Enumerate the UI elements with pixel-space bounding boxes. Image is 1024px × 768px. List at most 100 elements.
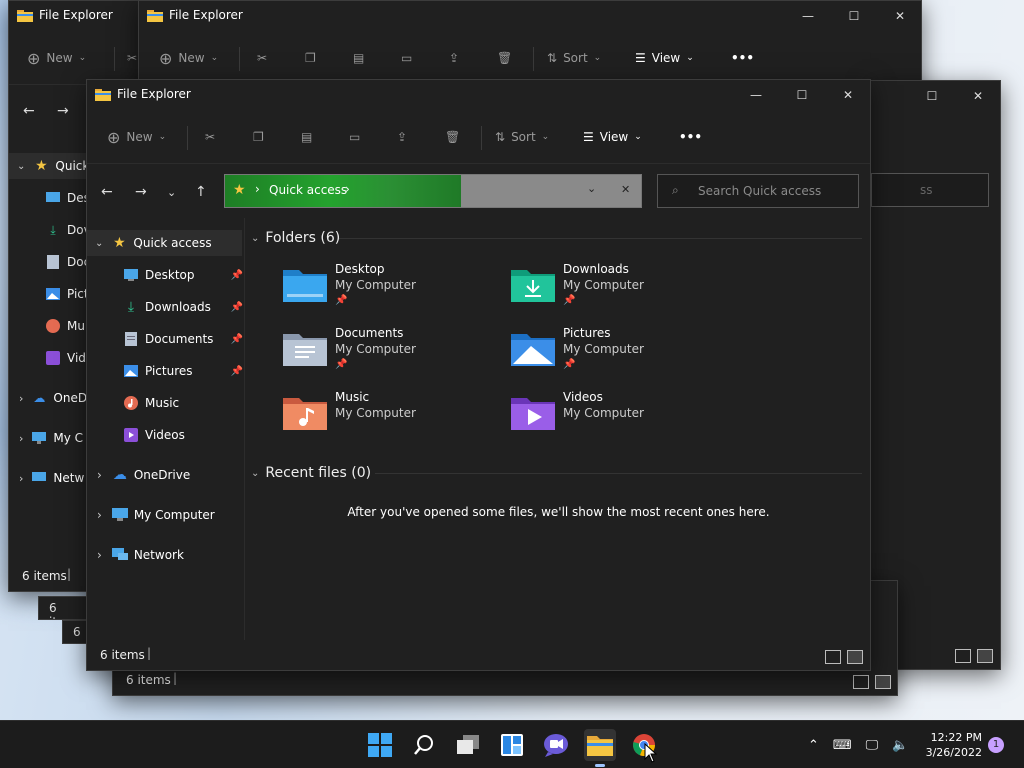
- breadcrumb-quick-access[interactable]: Quick access: [269, 183, 347, 197]
- cut-button[interactable]: ✂: [205, 110, 215, 164]
- start-button[interactable]: [364, 729, 396, 761]
- keyboard-icon[interactable]: ⌨: [833, 738, 852, 753]
- maximize-button[interactable]: ☐: [831, 1, 877, 31]
- view-button[interactable]: ☰ View ⌄: [635, 31, 694, 85]
- paste-button[interactable]: ▤: [301, 110, 312, 164]
- sidebar-item-my-computer[interactable]: › My Computer: [97, 502, 215, 528]
- close-button[interactable]: ✕: [825, 80, 870, 110]
- sidebar-item-desktop[interactable]: Des: [45, 185, 90, 211]
- delete-button[interactable]: 🗑: [445, 110, 460, 164]
- copy-button[interactable]: ❐: [253, 110, 264, 164]
- search-button[interactable]: [408, 729, 440, 761]
- chevron-up-icon[interactable]: ⌃: [808, 738, 819, 753]
- details-view-button[interactable]: [825, 650, 841, 664]
- breadcrumb[interactable]: ★ › Quick access › ⌄ ✕: [224, 174, 642, 208]
- sidebar-item-network[interactable]: › Network: [97, 542, 184, 568]
- sidebar-item-my-computer[interactable]: › My C: [19, 425, 83, 451]
- sidebar-item-music[interactable]: Mu: [45, 313, 85, 339]
- new-button[interactable]: ⊕ New ⌄: [107, 110, 166, 164]
- sort-button[interactable]: ⇅ Sort ⌄: [495, 110, 549, 164]
- sidebar-item-desktop[interactable]: Desktop 📌: [123, 262, 243, 288]
- file-explorer-window: File Explorer — ☐ ✕ ⊕ New ⌄ ✂ ❐ ▤ ▭ ⇪ 🗑 ⇅ S…: [86, 79, 871, 671]
- pin-icon[interactable]: 📌: [231, 334, 243, 345]
- address-history-button[interactable]: ⌄: [587, 182, 596, 195]
- chat-button[interactable]: [540, 729, 572, 761]
- rename-button[interactable]: ▭: [401, 31, 412, 85]
- folder-tile-music[interactable]: Music My Computer: [283, 390, 493, 444]
- sidebar-item-documents[interactable]: Documents 📌: [123, 326, 243, 352]
- forward-button[interactable]: →: [135, 184, 147, 200]
- back-arrow-icon[interactable]: ←: [23, 103, 35, 119]
- copy-button[interactable]: ❐: [305, 31, 316, 85]
- sidebar-item-videos[interactable]: Videos: [123, 422, 185, 448]
- volume-icon[interactable]: 🔈: [892, 738, 908, 753]
- sidebar-item-documents[interactable]: Doc: [45, 249, 90, 275]
- folder-tile-pictures[interactable]: Pictures My Computer 📌: [511, 326, 721, 380]
- task-view-button[interactable]: [452, 729, 484, 761]
- minimize-button[interactable]: —: [733, 80, 779, 110]
- recent-files-section-header[interactable]: ⌄ Recent files (0): [251, 465, 371, 481]
- sidebar-item-pictures[interactable]: Pict: [45, 281, 89, 307]
- title-bar[interactable]: File Explorer — ☐ ✕: [139, 1, 921, 31]
- title-bar[interactable]: File Explorer — ☐ ✕: [87, 80, 870, 110]
- close-button[interactable]: ✕: [877, 1, 921, 31]
- sidebar-item-network[interactable]: › Netw: [19, 465, 84, 491]
- network-status-icon[interactable]: 🖵: [866, 738, 879, 753]
- sidebar-item-onedrive[interactable]: › ☁ OneDrive: [97, 462, 190, 488]
- minimize-button[interactable]: —: [785, 1, 831, 31]
- share-button[interactable]: ⇪: [397, 110, 407, 164]
- folder-tile-documents[interactable]: Documents My Computer 📌: [283, 326, 493, 380]
- cloud-icon: ☁: [112, 467, 127, 483]
- more-options-button[interactable]: •••: [679, 110, 702, 164]
- more-icon: •••: [679, 130, 703, 144]
- sidebar-item-downloads[interactable]: ⤓ Downloads 📌: [123, 294, 243, 320]
- pin-icon[interactable]: 📌: [231, 302, 243, 313]
- back-button[interactable]: ←: [101, 184, 113, 200]
- sidebar-item-onedrive[interactable]: › ☁ OneD: [19, 385, 87, 411]
- sidebar-item-quick-access[interactable]: ⌄ ★ Quick access: [95, 230, 212, 256]
- file-explorer-taskbar-button[interactable]: [584, 729, 616, 767]
- delete-button[interactable]: 🗑: [497, 31, 512, 85]
- chevron-down-icon: ⌄: [167, 186, 177, 199]
- folder-tile-videos[interactable]: Videos My Computer: [511, 390, 721, 444]
- folder-tile-downloads[interactable]: Downloads My Computer 📌: [511, 262, 721, 316]
- rename-button[interactable]: ▭: [349, 110, 360, 164]
- forward-arrow-icon[interactable]: →: [57, 103, 69, 119]
- folder-tile-desktop[interactable]: Desktop My Computer 📌: [283, 262, 493, 316]
- maximize-button[interactable]: ☐: [909, 81, 955, 111]
- recent-locations-button[interactable]: ⌄: [167, 186, 176, 199]
- tiles-view-button[interactable]: [875, 675, 891, 689]
- sidebar-item-music[interactable]: Music: [123, 390, 179, 416]
- paste-button[interactable]: ▤: [353, 31, 364, 85]
- stop-loading-button[interactable]: ✕: [621, 183, 630, 196]
- cut-button[interactable]: ✂: [127, 31, 137, 85]
- sidebar-item-quick-access[interactable]: ⌄ ★ Quick: [17, 153, 89, 179]
- tiles-view-button[interactable]: [847, 650, 863, 664]
- sort-button[interactable]: ⇅ Sort ⌄: [547, 31, 601, 85]
- details-view-button[interactable]: [955, 649, 971, 663]
- new-button[interactable]: ⊕ New ⌄: [27, 31, 86, 85]
- details-view-button[interactable]: [853, 675, 869, 689]
- folders-section-header[interactable]: ⌄ Folders (6): [251, 230, 340, 246]
- close-button[interactable]: ✕: [955, 81, 1000, 111]
- share-button[interactable]: ⇪: [449, 31, 459, 85]
- clock[interactable]: 12:22 PM 3/26/2022: [920, 721, 982, 768]
- chevron-right-icon[interactable]: ›: [345, 182, 350, 196]
- search-input[interactable]: ⌕ Search Quick access: [657, 174, 859, 208]
- tiles-view-button[interactable]: [977, 649, 993, 663]
- desktop-icon: [45, 190, 61, 206]
- widgets-button[interactable]: [496, 729, 528, 761]
- chrome-taskbar-button[interactable]: [628, 729, 660, 763]
- pin-icon[interactable]: 📌: [231, 366, 243, 377]
- notification-badge[interactable]: 1: [988, 737, 1004, 753]
- sidebar-item-downloads[interactable]: ⤓ Dov: [45, 217, 90, 243]
- more-options-button[interactable]: •••: [731, 31, 754, 85]
- up-button[interactable]: ↑: [195, 184, 207, 200]
- maximize-button[interactable]: ☐: [779, 80, 825, 110]
- pin-icon[interactable]: 📌: [231, 270, 243, 281]
- sidebar-item-pictures[interactable]: Pictures 📌: [123, 358, 243, 384]
- view-button[interactable]: ☰ View ⌄: [583, 110, 642, 164]
- cut-button[interactable]: ✂: [257, 31, 267, 85]
- search-input[interactable]: ss: [871, 173, 989, 207]
- new-button[interactable]: ⊕ New ⌄: [159, 31, 218, 85]
